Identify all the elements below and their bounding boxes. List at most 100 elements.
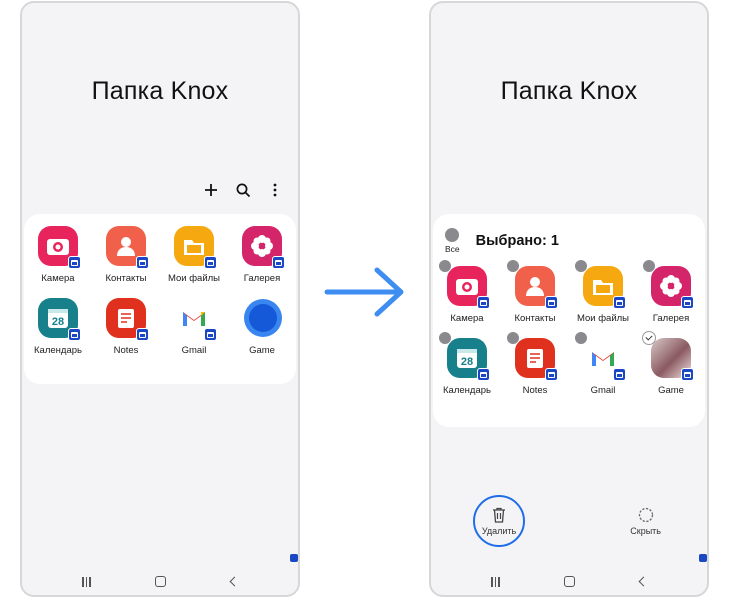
knox-badge-icon xyxy=(613,296,626,309)
app-gallery[interactable]: Галерея xyxy=(637,259,705,324)
phone-before: Папка Knox Камера Контакты Мои файлы Гал… xyxy=(20,1,300,597)
home-icon[interactable] xyxy=(564,576,576,587)
app-game[interactable]: Game xyxy=(228,298,296,356)
calendar-day: 28 xyxy=(52,316,64,328)
nav-bar xyxy=(22,576,298,587)
knox-badge-icon xyxy=(68,328,81,341)
app-gmail[interactable]: Gmail xyxy=(160,298,228,356)
app-label: Галерея xyxy=(243,273,281,284)
select-all-checkbox[interactable] xyxy=(445,228,460,242)
select-checkbox[interactable] xyxy=(642,259,656,273)
app-game[interactable]: Game xyxy=(637,331,705,396)
hide-icon xyxy=(638,507,653,523)
select-checkbox[interactable] xyxy=(438,259,452,273)
app-label: Календарь xyxy=(443,385,491,396)
notes-icon xyxy=(506,331,558,381)
app-label: Game xyxy=(249,345,275,356)
gmail-icon xyxy=(174,298,217,341)
knox-badge-icon xyxy=(477,368,490,381)
delete-button[interactable]: Удалить xyxy=(473,495,525,547)
home-icon[interactable] xyxy=(155,576,167,587)
search-icon[interactable] xyxy=(234,181,252,199)
gmail-icon xyxy=(574,331,626,381)
knox-badge-icon xyxy=(545,368,558,381)
more-vert-icon[interactable] xyxy=(266,181,284,199)
knox-badge-icon xyxy=(136,256,149,269)
knox-badge-icon xyxy=(545,296,558,309)
hide-button[interactable]: Скрыть xyxy=(630,507,661,536)
app-gmail[interactable]: Gmail xyxy=(569,331,637,396)
action-bar: Удалить Скрыть xyxy=(431,495,707,555)
knox-badge-icon xyxy=(204,256,217,269)
knox-badge-icon xyxy=(477,296,490,309)
app-camera[interactable]: Камера xyxy=(433,259,501,324)
app-camera[interactable]: Камера xyxy=(24,226,92,284)
app-label: Камера xyxy=(450,313,484,324)
select-header: Все Выбрано: 1 xyxy=(445,228,559,254)
app-label: Gmail xyxy=(181,345,207,356)
hide-label: Скрыть xyxy=(630,526,661,536)
knox-badge-icon xyxy=(613,368,626,381)
app-contacts[interactable]: Контакты xyxy=(92,226,160,284)
folder-icon xyxy=(174,226,217,269)
recents-icon[interactable] xyxy=(491,576,500,587)
flower-icon xyxy=(242,226,285,269)
knox-badge-icon xyxy=(68,256,81,269)
app-label: Галерея xyxy=(652,313,690,324)
app-label: Notes xyxy=(113,345,139,356)
side-button xyxy=(708,91,709,177)
plus-icon[interactable] xyxy=(202,181,220,199)
app-label: Game xyxy=(658,385,684,396)
knox-badge-icon xyxy=(681,368,694,381)
trash-icon xyxy=(493,507,505,523)
knox-badge-icon xyxy=(204,328,217,341)
select-checkbox[interactable] xyxy=(506,259,520,273)
arrow-right-icon xyxy=(324,267,404,317)
app-grid: Камера Контакты Мои файлы Галерея 28 Кал… xyxy=(24,226,296,356)
select-all[interactable]: Все xyxy=(445,228,460,254)
app-gallery[interactable]: Галерея xyxy=(228,226,296,284)
calendar-icon: 28 xyxy=(438,331,490,381)
select-checkbox[interactable] xyxy=(574,331,588,345)
select-checkbox-checked[interactable] xyxy=(642,331,656,345)
folder-title: Папка Knox xyxy=(91,77,229,105)
flower-icon xyxy=(642,259,694,309)
select-all-label: Все xyxy=(445,244,460,254)
app-label: Мои файлы xyxy=(167,273,221,284)
app-label: Мои файлы xyxy=(576,313,630,324)
app-label: Камера xyxy=(41,273,75,284)
app-contacts[interactable]: Контакты xyxy=(501,259,569,324)
app-calendar[interactable]: 28 Календарь xyxy=(433,331,501,396)
phone-after: Папка Knox Все Выбрано: 1 Камера Контакт… xyxy=(429,1,709,597)
app-label: Notes xyxy=(522,385,548,396)
calendar-icon: 28 xyxy=(38,298,81,341)
select-checkbox[interactable] xyxy=(574,259,588,273)
recents-icon[interactable] xyxy=(82,576,91,587)
select-checkbox[interactable] xyxy=(438,331,452,345)
knox-badge-icon xyxy=(272,256,285,269)
app-notes[interactable]: Notes xyxy=(501,331,569,396)
knox-badge-icon xyxy=(699,554,707,562)
nav-bar xyxy=(431,576,707,587)
game-icon xyxy=(242,298,282,338)
notes-icon xyxy=(106,298,149,341)
app-label: Gmail xyxy=(590,385,616,396)
back-icon[interactable] xyxy=(638,576,649,587)
app-grid: Камера Контакты Мои файлы Галерея 28 Кал… xyxy=(433,259,705,396)
folder-icon xyxy=(574,259,626,309)
select-checkbox[interactable] xyxy=(506,331,520,345)
camera-icon xyxy=(38,226,81,269)
contact-icon xyxy=(506,259,558,309)
back-icon[interactable] xyxy=(229,576,240,587)
app-calendar[interactable]: 28 Календарь xyxy=(24,298,92,356)
app-label: Контакты xyxy=(105,273,147,284)
knox-badge-icon xyxy=(681,296,694,309)
apps-card: Все Выбрано: 1 Камера Контакты Мои файлы… xyxy=(433,214,705,427)
knox-badge-icon xyxy=(136,328,149,341)
app-notes[interactable]: Notes xyxy=(92,298,160,356)
app-my-files[interactable]: Мои файлы xyxy=(160,226,228,284)
camera-icon xyxy=(438,259,490,309)
folder-title: Папка Knox xyxy=(500,77,638,105)
toolbar xyxy=(202,181,284,199)
app-my-files[interactable]: Мои файлы xyxy=(569,259,637,324)
